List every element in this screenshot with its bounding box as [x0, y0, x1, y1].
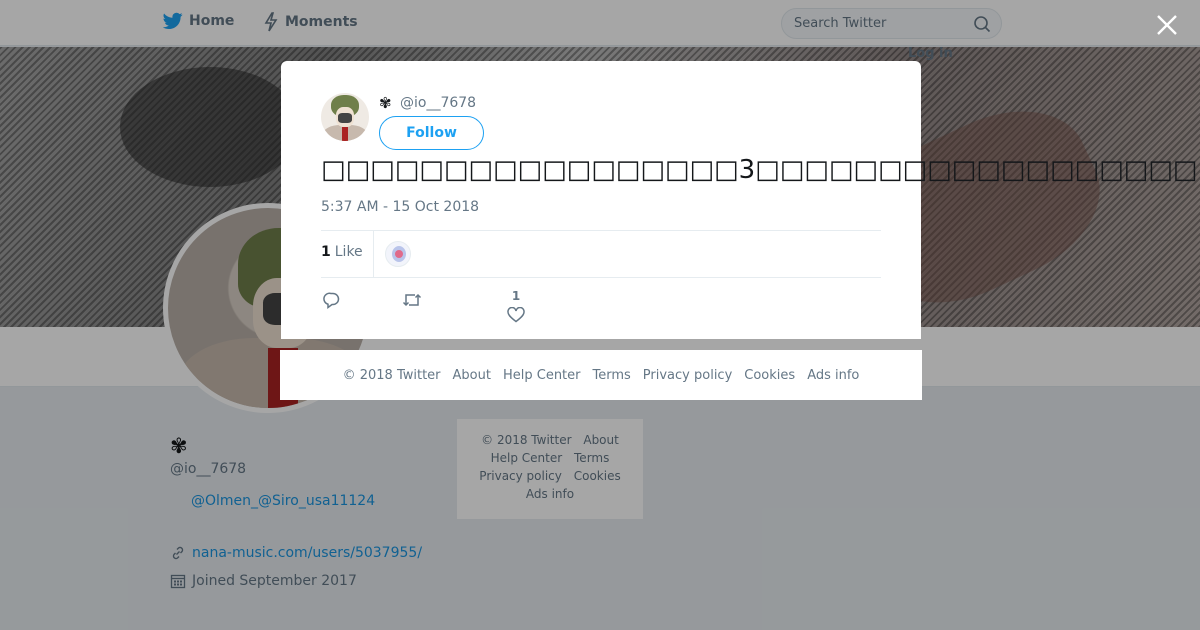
tweet-author-avatar[interactable] [321, 93, 369, 141]
tweet-author-handle[interactable]: @io__7678 [400, 95, 476, 111]
follow-button[interactable]: Follow [379, 116, 484, 150]
footer-privacy[interactable]: Privacy policy [643, 368, 732, 383]
like-button-count: 1 [511, 289, 521, 303]
like-stat-label: Like [334, 244, 363, 260]
tweet-author-name[interactable]: ✾ [379, 94, 392, 112]
stat-divider [373, 231, 374, 277]
retweet-icon[interactable] [402, 291, 422, 309]
footer-help-center[interactable]: Help Center [503, 368, 581, 383]
footer-copyright: © 2018 Twitter [342, 367, 441, 383]
liker-avatar[interactable] [385, 241, 411, 267]
heart-icon [507, 306, 525, 323]
footer-cookies[interactable]: Cookies [744, 368, 795, 383]
tweet-timestamp[interactable]: 5:37 AM - 15 Oct 2018 [321, 199, 479, 215]
footer-ads-info[interactable]: Ads info [807, 368, 859, 383]
footer-terms[interactable]: Terms [593, 368, 631, 383]
modal-footer: © 2018 Twitter About Help Center Terms P… [280, 350, 922, 400]
tweet-stats: 1 Like [321, 230, 881, 278]
like-button[interactable]: 1 [506, 289, 526, 327]
tweet-text: □□□□□□□□□□□□□□□□□3□□□□□□□□□□□□□□□□□□ [321, 155, 1198, 185]
reply-icon[interactable] [323, 291, 341, 309]
close-icon[interactable] [1154, 12, 1180, 38]
tweet-modal: ✾ @io__7678 Follow □□□□□□□□□□□□□□□□□3□□□… [281, 61, 1197, 339]
tweet-actions: 1 [321, 289, 881, 333]
like-stat-count: 1 [321, 244, 331, 260]
like-stat[interactable]: 1 Like [321, 244, 363, 260]
footer-about[interactable]: About [453, 368, 491, 383]
